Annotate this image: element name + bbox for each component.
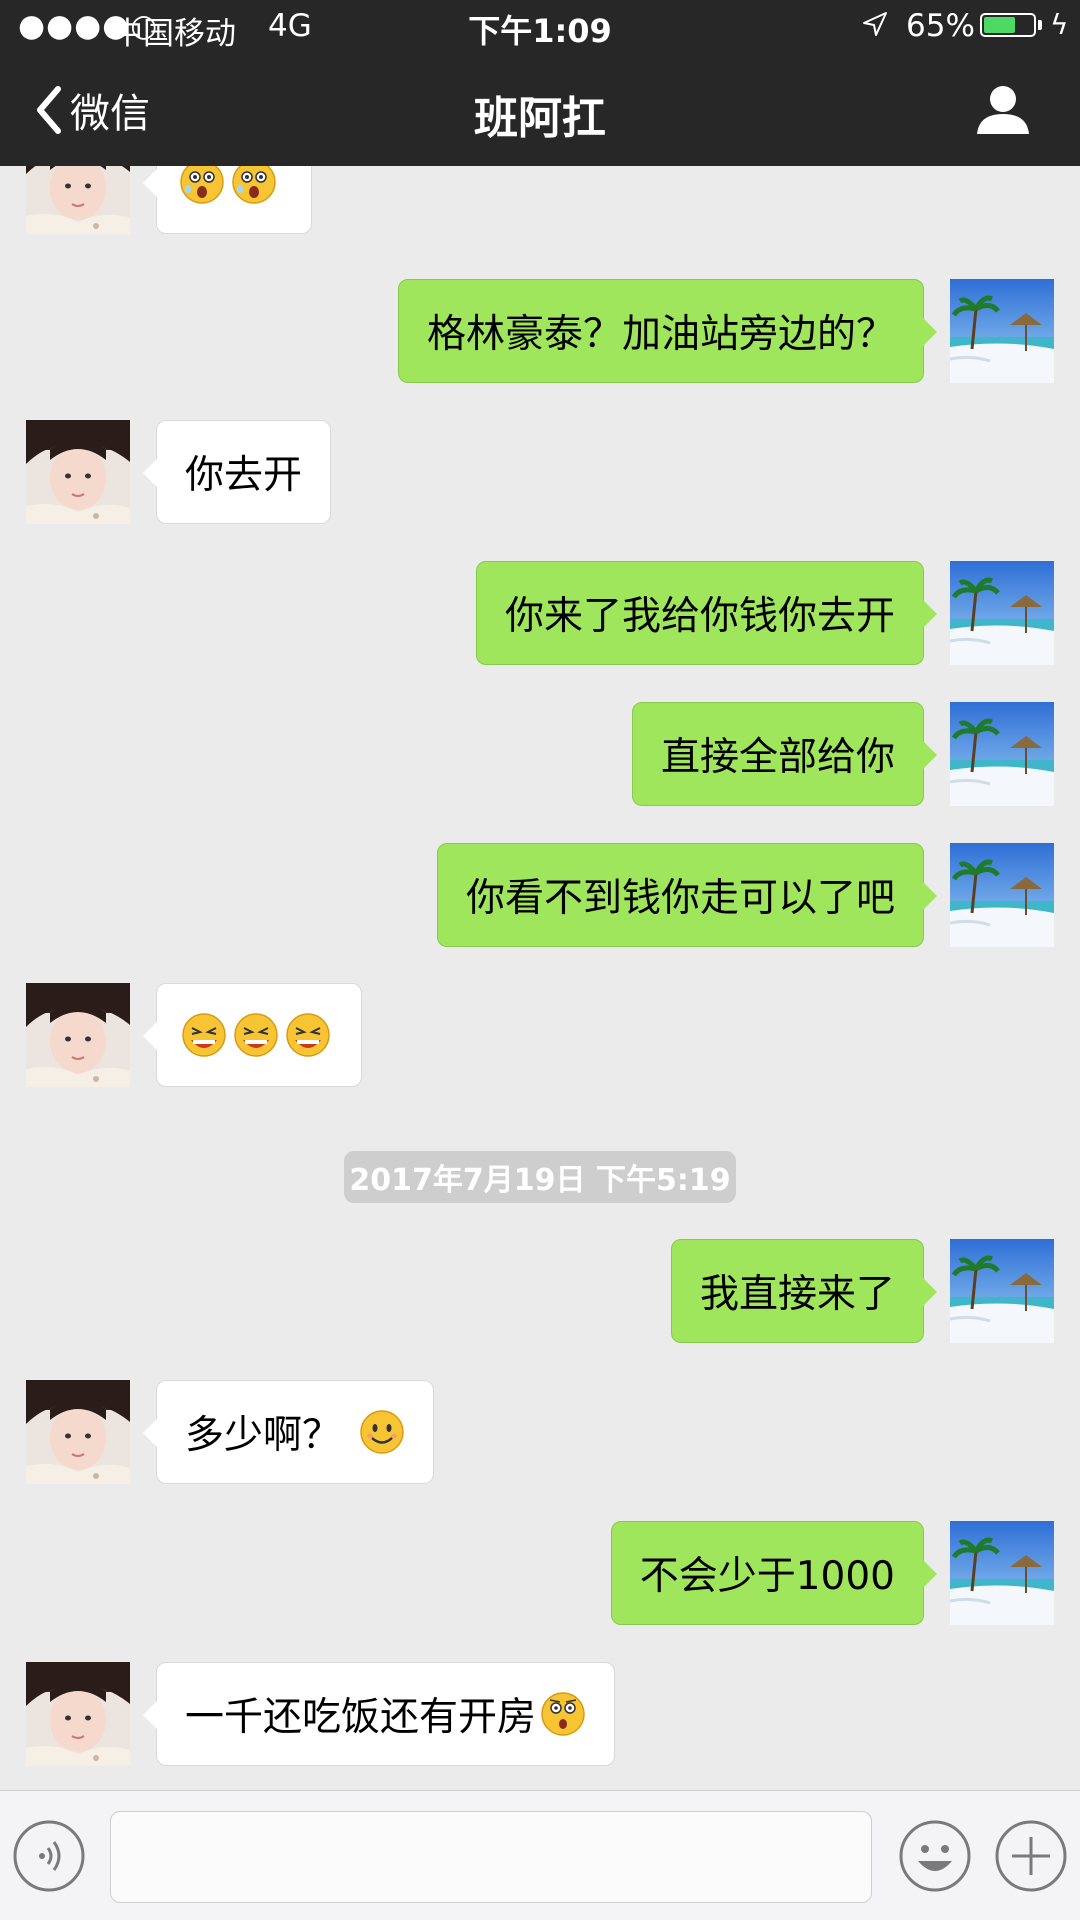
message-input[interactable] <box>110 1811 872 1903</box>
chat-title: 班阿扛 <box>474 93 606 144</box>
battery-tip <box>1038 20 1042 30</box>
battery-icon <box>980 13 1036 37</box>
my-avatar[interactable] <box>950 561 1054 665</box>
message-bubble-outgoing[interactable]: 你看不到钱你走可以了吧 <box>436 843 938 947</box>
smile-emoji-icon <box>359 1409 405 1455</box>
contact-avatar[interactable] <box>26 166 130 234</box>
message-bubble-incoming[interactable]: 多少啊？ <box>142 1380 435 1484</box>
message-text: 多少啊？ <box>185 1413 342 1458</box>
battery-percent: 65% <box>906 8 975 44</box>
message-bubble-outgoing[interactable]: 格林豪泰？加油站旁边的？ <box>397 279 938 383</box>
contact-avatar[interactable] <box>26 1662 130 1766</box>
contact-avatar[interactable] <box>26 983 130 1087</box>
status-bar: ●●●●○ 中国移动 4G 下午1:09 65% ϟ <box>0 0 1080 54</box>
shocked-emoji-icon <box>540 1691 586 1737</box>
contact-avatar[interactable] <box>26 420 130 524</box>
emoji-face-icon[interactable] <box>898 1819 972 1893</box>
chat-area[interactable]: 格林豪泰？加油站旁边的？ 你去开 你来了我给你钱你去开 直接全部给你 你看不到钱… <box>0 166 1080 1790</box>
my-avatar[interactable] <box>950 1239 1054 1343</box>
message-bubble-incoming[interactable] <box>143 166 312 234</box>
surprised-emoji-icon <box>231 166 277 205</box>
surprised-emoji-icon <box>179 166 225 205</box>
contact-avatar[interactable] <box>26 1380 130 1484</box>
voice-icon[interactable] <box>12 1819 86 1893</box>
message-bubble-outgoing[interactable]: 你来了我给你钱你去开 <box>475 561 938 665</box>
message-text: 一千还吃饭还有开房 <box>185 1695 537 1740</box>
my-avatar[interactable] <box>950 279 1054 383</box>
grimace-emoji-icon <box>233 1012 279 1058</box>
location-arrow-icon <box>863 12 887 36</box>
plus-icon[interactable] <box>994 1819 1068 1893</box>
message-bubble-outgoing[interactable]: 不会少于1000 <box>610 1521 938 1625</box>
my-avatar[interactable] <box>950 843 1054 947</box>
message-bubble-incoming[interactable]: 你去开 <box>142 420 332 524</box>
charging-bolt-icon: ϟ <box>1050 8 1069 41</box>
message-bubble-incoming[interactable] <box>143 983 362 1087</box>
nav-bar: 微信 班阿扛 <box>0 54 1080 166</box>
grimace-emoji-icon <box>285 1012 331 1058</box>
timestamp-divider: 2017年7月19日 下午5:19 <box>344 1151 736 1203</box>
battery-level-fill <box>984 17 1015 33</box>
input-bar <box>0 1790 1080 1920</box>
my-avatar[interactable] <box>950 702 1054 806</box>
grimace-emoji-icon <box>181 1012 227 1058</box>
person-icon[interactable] <box>975 84 1031 136</box>
my-avatar[interactable] <box>950 1521 1054 1625</box>
message-bubble-outgoing[interactable]: 我直接来了 <box>670 1239 938 1343</box>
message-bubble-incoming[interactable]: 一千还吃饭还有开房 <box>142 1662 616 1766</box>
message-bubble-outgoing[interactable]: 直接全部给你 <box>631 702 938 806</box>
